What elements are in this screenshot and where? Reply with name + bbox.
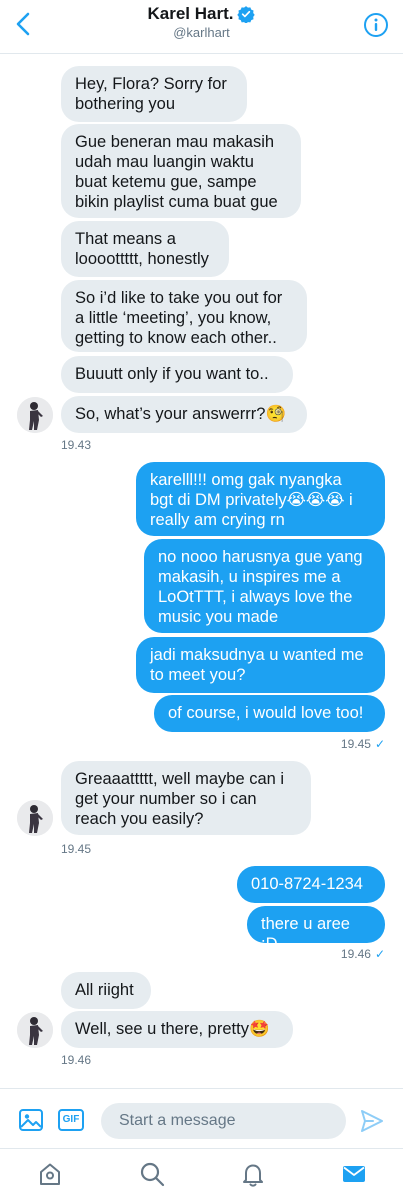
gif-icon[interactable]: GIF: [58, 1109, 84, 1131]
avatar[interactable]: [17, 397, 53, 433]
message-bubble-outgoing[interactable]: there u aree :D: [247, 906, 385, 953]
home-icon[interactable]: [37, 1161, 63, 1187]
message-bubble-outgoing[interactable]: of course, i would love too!: [154, 695, 385, 732]
timestamp: 19.45 ✓: [341, 737, 385, 751]
info-icon[interactable]: [363, 12, 389, 38]
message-bubble-outgoing[interactable]: no nooo harusnya gue yang makasih, u ins…: [144, 539, 385, 633]
timestamp-text: 19.45: [340, 737, 371, 751]
message-bubble-incoming[interactable]: Buuutt only if you want to..: [61, 356, 293, 393]
timestamp: 19.46 ✓: [341, 947, 385, 961]
message-bubble-outgoing[interactable]: 010-8724-1234: [237, 866, 385, 903]
message-bubble-incoming[interactable]: That means a loooottttt, honestly: [61, 221, 229, 277]
timestamp: 19.45: [61, 842, 92, 856]
message-bubble-incoming[interactable]: Gue beneran mau makasih udah mau luangin…: [61, 124, 301, 218]
contact-handle: @karlhart: [173, 25, 230, 40]
message-input[interactable]: [101, 1103, 346, 1139]
message-bubble-incoming[interactable]: Hey, Flora? Sorry for bothering you: [61, 66, 247, 122]
avatar[interactable]: [17, 800, 53, 836]
send-icon[interactable]: [359, 1108, 385, 1134]
contact-name: Karel Hart.: [147, 4, 234, 23]
message-bubble-incoming[interactable]: Well, see u there, pretty🤩: [61, 1011, 293, 1048]
avatar[interactable]: [17, 1012, 53, 1048]
avatar-figure-icon: [17, 1012, 53, 1048]
search-icon[interactable]: [139, 1161, 165, 1187]
message-bubble-incoming[interactable]: Greaaattttt, well maybe can i get your n…: [61, 761, 311, 835]
message-bubble-outgoing[interactable]: jadi maksudnya u wanted me to meet you?: [136, 637, 385, 693]
header-title-block[interactable]: Karel Hart. @karlhart: [0, 4, 403, 40]
avatar-figure-icon: [17, 397, 53, 433]
messages-icon[interactable]: [341, 1161, 367, 1187]
message-composer: GIF: [0, 1088, 403, 1148]
message-bubble-incoming[interactable]: So, what’s your answerrr?🧐: [61, 396, 307, 433]
avatar-figure-icon: [17, 800, 53, 836]
timestamp: 19.46: [61, 1053, 92, 1067]
read-check-icon: ✓: [374, 947, 385, 961]
conversation-header: Karel Hart. @karlhart: [0, 0, 403, 54]
message-bubble-incoming[interactable]: All riight: [61, 972, 151, 1009]
message-bubble-incoming[interactable]: So i’d like to take you out for a little…: [61, 280, 307, 352]
message-bubble-outgoing[interactable]: karelll!!! omg gak nyangka bgt di DM pri…: [136, 462, 385, 536]
image-icon[interactable]: [18, 1107, 44, 1133]
notifications-icon[interactable]: [240, 1161, 266, 1187]
verified-badge-icon: [237, 6, 256, 23]
read-check-icon: ✓: [374, 737, 385, 751]
timestamp-text: 19.46: [340, 947, 371, 961]
timestamp: 19.43: [61, 438, 92, 452]
bottom-tab-bar: [0, 1148, 403, 1200]
